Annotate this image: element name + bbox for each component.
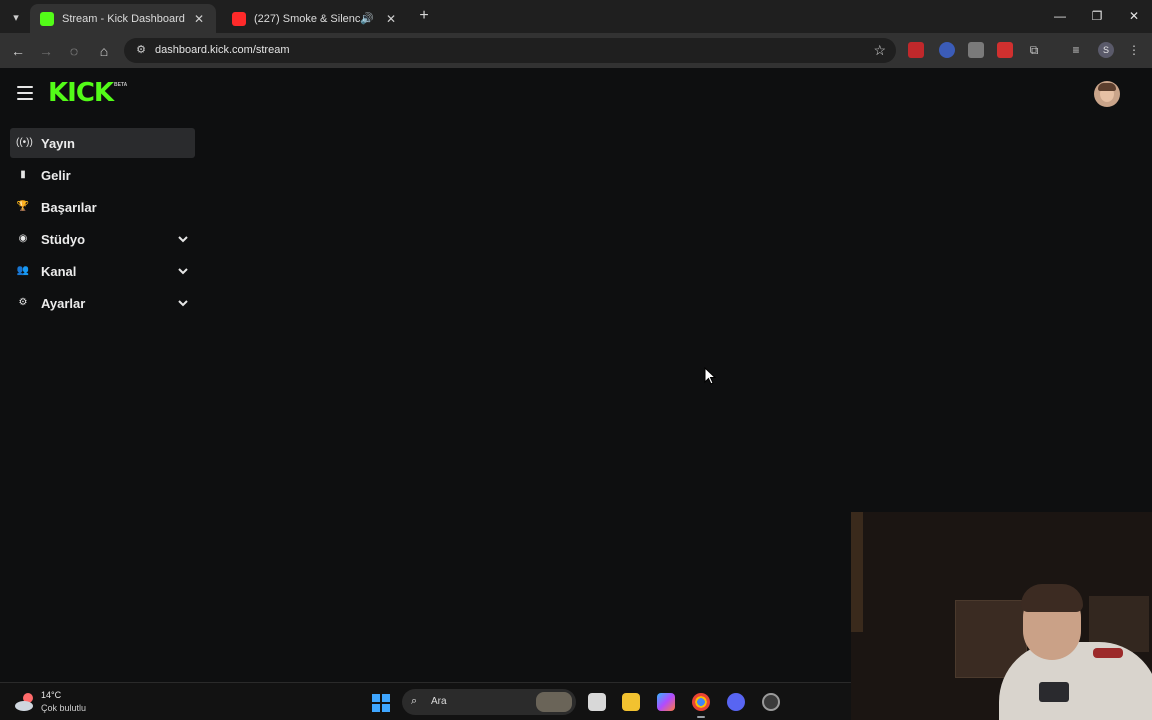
trophy-icon: 🏆: [16, 201, 30, 212]
bookmark-star-icon[interactable]: ☆: [873, 42, 886, 59]
tab-title: (227) Smoke & Silence |: [254, 12, 360, 25]
weather-description[interactable]: Çok bulutlu: [41, 703, 86, 713]
discord-icon[interactable]: [727, 693, 745, 711]
sidebar-item-label: Yayın: [41, 135, 75, 151]
camera-icon: ◉: [18, 233, 28, 244]
sidebar-item-label: Stüdyo: [41, 231, 86, 247]
extension-icon[interactable]: [997, 42, 1013, 58]
chevron-down-icon[interactable]: [177, 265, 189, 277]
url-text[interactable]: dashboard.kick.com/stream: [155, 44, 290, 56]
user-avatar[interactable]: [1094, 81, 1120, 107]
site-info-icon[interactable]: ⚙: [134, 43, 148, 57]
chrome-icon[interactable]: [692, 693, 710, 718]
close-window-button[interactable]: ✕: [1123, 6, 1145, 26]
new-tab-button[interactable]: +: [416, 8, 432, 24]
sidebar-item-ayarlar[interactable]: ⚙ Ayarlar: [10, 288, 195, 318]
beta-badge: BETA: [114, 82, 128, 88]
sidebar-item-kanal[interactable]: 👥 Kanal: [10, 256, 195, 286]
sidebar-item-studyo[interactable]: ◉ Stüdyo: [10, 224, 195, 254]
sidebar-item-label: Ayarlar: [41, 295, 86, 311]
forward-button[interactable]: →: [36, 41, 56, 61]
users-icon: 👥: [16, 265, 30, 276]
chevron-down-icon[interactable]: [177, 297, 189, 309]
back-button[interactable]: ←: [8, 41, 28, 61]
sidebar-item-label: Başarılar: [41, 199, 97, 215]
search-placeholder: Ara: [431, 696, 447, 707]
youtube-favicon-icon: [232, 11, 246, 26]
gear-icon: ⚙: [18, 297, 28, 308]
task-view-icon[interactable]: [588, 693, 606, 711]
extension-icon[interactable]: [908, 42, 924, 58]
tab-close-icon[interactable]: ✕: [384, 12, 398, 26]
address-bar[interactable]: ⚙ dashboard.kick.com/stream ☆: [124, 38, 896, 63]
file-explorer-icon[interactable]: [622, 693, 640, 711]
taskbar-search[interactable]: ⌕ Ara: [402, 689, 576, 715]
weather-temperature[interactable]: 14°C: [41, 690, 61, 700]
hamburger-menu-icon[interactable]: [17, 86, 33, 100]
speaker-icon[interactable]: 🔊: [360, 12, 374, 25]
kick-favicon-icon: [40, 11, 54, 26]
extensions-puzzle-icon[interactable]: ⧉: [1025, 41, 1043, 59]
screen: ▾ Stream - Kick Dashboard ✕ (227) Smoke …: [0, 0, 1152, 720]
minimize-button[interactable]: —: [1049, 6, 1071, 26]
extension-icon[interactable]: [968, 42, 984, 58]
tab-search-icon[interactable]: ▾: [6, 7, 26, 27]
sidebar-item-label: Kanal: [41, 263, 77, 279]
sidebar-item-yayin[interactable]: ((•)) Yayın: [10, 128, 195, 158]
media-controls-icon[interactable]: ≡: [1067, 41, 1085, 59]
windows-taskbar: 14°C Çok bulutlu ⌕ Ara: [0, 682, 851, 720]
browser-tab-strip: ▾ Stream - Kick Dashboard ✕ (227) Smoke …: [0, 0, 1152, 33]
browser-toolbar: ← → ◌ ⌂ ⚙ dashboard.kick.com/stream ☆ ⧉ …: [0, 33, 1152, 68]
tab-youtube[interactable]: (227) Smoke & Silence | 🔊 ✕: [222, 4, 408, 33]
sidebar-item-label: Gelir: [41, 167, 71, 183]
tab-title: Stream - Kick Dashboard: [62, 12, 185, 25]
webcam-overlay: [851, 512, 1152, 720]
restore-button[interactable]: ❐: [1086, 6, 1108, 26]
sidebar-nav: ((•)) Yayın ▮ Gelir 🏆 Başarılar ◉ Stüdyo…: [10, 128, 195, 320]
kebab-menu-icon[interactable]: ⋮: [1125, 41, 1143, 59]
windows-start-icon[interactable]: [372, 694, 390, 712]
profile-avatar[interactable]: S: [1098, 42, 1114, 58]
sidebar-item-gelir[interactable]: ▮ Gelir: [10, 160, 195, 190]
copilot-icon[interactable]: [657, 693, 675, 711]
search-icon: ⌕: [411, 695, 418, 707]
chevron-down-icon[interactable]: [177, 233, 189, 245]
weather-icon[interactable]: [14, 691, 36, 713]
loading-spinner-icon[interactable]: ◌: [64, 41, 84, 61]
kick-logo[interactable]: KICK BETA: [48, 80, 130, 106]
mouse-cursor-icon: [704, 367, 716, 385]
broadcast-icon: ((•)): [16, 137, 33, 148]
chart-icon: ▮: [20, 169, 26, 180]
tab-close-icon[interactable]: ✕: [192, 12, 206, 26]
tab-kick-dashboard[interactable]: Stream - Kick Dashboard ✕: [30, 4, 216, 33]
app-icon[interactable]: [762, 693, 780, 711]
search-highlight-image: [536, 692, 572, 712]
extension-icon[interactable]: [939, 42, 955, 58]
home-button[interactable]: ⌂: [94, 41, 114, 61]
sidebar-item-basarilar[interactable]: 🏆 Başarılar: [10, 192, 195, 222]
